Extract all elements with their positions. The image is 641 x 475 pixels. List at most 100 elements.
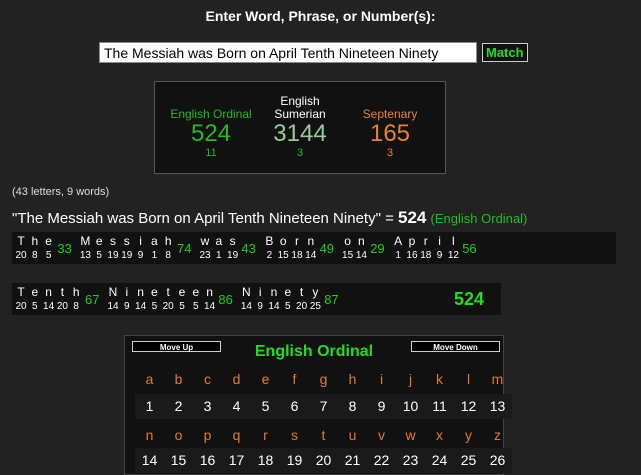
word-total: 67 [85, 292, 100, 307]
sentence-value: 524 [398, 208, 427, 227]
chart-letter: f [292, 371, 297, 387]
cipher-reduction: 3 [386, 147, 394, 159]
letter-value: 1 [151, 250, 158, 261]
chart-number: 12 [454, 394, 483, 419]
word-total: 86 [218, 292, 233, 307]
letter-value: 1 [395, 250, 401, 261]
letter-value: 14 [305, 250, 317, 261]
letter: B [265, 234, 274, 248]
letter: T [17, 234, 25, 248]
chart-letter: b [174, 371, 183, 387]
chart-number: 2 [164, 394, 193, 419]
letter: N [242, 285, 251, 299]
move-down-button[interactable]: Move Down [411, 341, 500, 352]
letter-value: 25 [309, 301, 321, 312]
letter: h [31, 234, 39, 248]
letter-value: 20 [296, 301, 308, 312]
letter-value: 14 [107, 301, 119, 312]
chart-number: 13 [483, 394, 512, 419]
letter-value: 9 [124, 301, 130, 312]
chart-number: 6 [280, 394, 309, 419]
chart-letter: j [408, 371, 413, 387]
letter: w [200, 234, 210, 248]
letter: s [229, 234, 236, 248]
letter: e [95, 234, 103, 248]
word-total: 29 [370, 241, 385, 256]
letter: s [109, 234, 116, 248]
letter: n [137, 285, 144, 299]
letter: n [206, 285, 213, 299]
cipher-value: 3144 [273, 120, 327, 147]
chart-number: 24 [425, 448, 454, 473]
letter: e [31, 285, 39, 299]
letter-value: 5 [45, 250, 52, 261]
chart-numbers-row-2: 14 15 16 17 18 19 20 21 22 23 24 25 26 [135, 448, 512, 473]
letter-value: 15 [342, 250, 354, 261]
chart-number: 15 [164, 448, 193, 473]
chart-letters-row-2: n o p q r s t u v w x y z [135, 423, 512, 448]
letter-value: 20 [56, 301, 68, 312]
chart-letter: n [145, 427, 154, 443]
letter-value: 18 [291, 250, 303, 261]
letter-value: 5 [32, 301, 38, 312]
word-total: 49 [319, 241, 335, 256]
breakdown-row-2: 524 T 20 e 5 n 14 t 20 h 8 67 N 14 i 9 n 14 e 5 t 20 e 5 e 5 n 14 8… [12, 283, 501, 315]
cipher-reduction: 3 [296, 147, 304, 159]
letter-value: 20 [162, 301, 174, 312]
letter-value: 14 [355, 250, 367, 261]
letter-value: 14 [268, 301, 280, 312]
letter: t [299, 285, 304, 299]
letter: h [164, 234, 172, 248]
chart-number: 23 [396, 448, 425, 473]
chart-number: 8 [338, 394, 367, 419]
chart-number: 9 [367, 394, 396, 419]
letter-value: 5 [193, 301, 199, 312]
word-total: 74 [176, 241, 192, 256]
letter: n [307, 234, 315, 248]
chart-letter: y [465, 427, 472, 443]
letter: s [123, 234, 130, 248]
word-total: 87 [324, 292, 339, 307]
chart-number: 21 [338, 448, 367, 473]
letter: a [215, 234, 223, 248]
chart-letter: v [378, 427, 385, 443]
chart-number: 3 [193, 394, 222, 419]
letter: n [270, 285, 278, 299]
chart-letter: o [174, 427, 183, 443]
chart-number: 25 [454, 448, 483, 473]
letter: a [151, 234, 158, 248]
chart-letters-row-1: a b c d e f g h i j k l m [135, 367, 512, 392]
letter: i [125, 285, 129, 299]
letter-value: 12 [447, 250, 459, 261]
chart-number: 11 [425, 394, 454, 419]
letter-value: 18 [420, 250, 432, 261]
letter: r [423, 234, 428, 248]
letter-value: 13 [79, 250, 91, 261]
letter: e [284, 285, 292, 299]
letter-value: 9 [257, 301, 263, 312]
chart-numbers-row-1: 1 2 3 4 5 6 7 8 9 10 11 12 13 [135, 394, 512, 419]
letter: p [408, 234, 416, 248]
chart-letter: p [203, 427, 212, 443]
letter: y [312, 285, 319, 299]
phrase-input[interactable] [99, 42, 477, 63]
chart-number: 26 [483, 448, 512, 473]
letter-value: 19 [121, 250, 133, 261]
chart-letter: g [319, 371, 328, 387]
sentence-text: "The Messiah was Born on April Tenth Nin… [12, 210, 398, 227]
letter-value: 5 [96, 250, 102, 261]
prompt-label: Enter Word, Phrase, or Number(s): [205, 8, 436, 24]
cipher-chart: Move Up English Ordinal Move Down abcdef… [124, 335, 512, 475]
match-button[interactable]: Match [482, 43, 528, 62]
chart-number: 22 [367, 448, 396, 473]
letter: M [80, 234, 91, 248]
letter-value: 14 [135, 301, 147, 312]
letter: o [279, 234, 287, 248]
result-english-ordinal: English Ordinal 524 11 [166, 82, 256, 160]
letter: l [452, 234, 455, 248]
chart-number: 16 [193, 448, 222, 473]
letter: T [17, 285, 25, 299]
letter: e [151, 285, 158, 299]
chart-number: 5 [251, 394, 280, 419]
result-english-sumerian: English Sumerian 3144 3 [255, 82, 345, 160]
